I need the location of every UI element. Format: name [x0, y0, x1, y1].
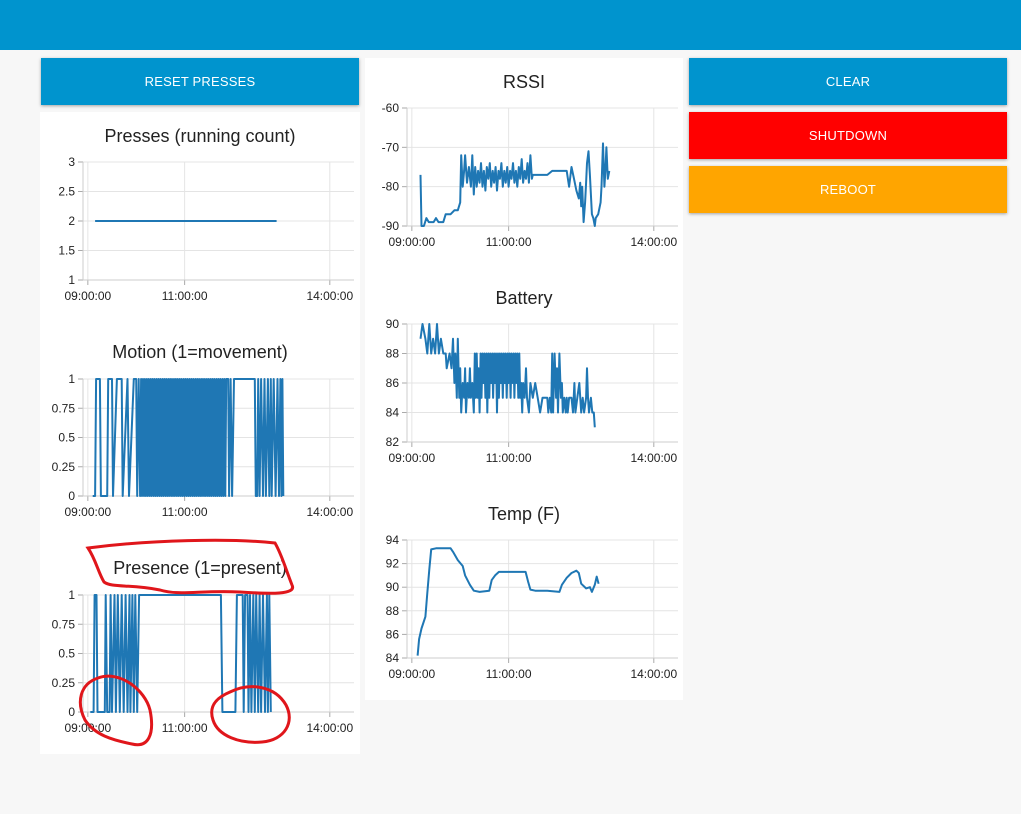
rssi-xtick-label: 09:00:00 — [388, 235, 435, 249]
presence-ytick-label: 0 — [68, 705, 75, 719]
temp-xtick-label: 14:00:00 — [630, 667, 677, 681]
rssi-ytick-label: -90 — [382, 219, 400, 233]
temp-ytick-label: 94 — [386, 533, 400, 547]
rssi-xtick-label: 14:00:00 — [630, 235, 677, 249]
presses-ytick-label: 2.5 — [58, 185, 75, 199]
presses-xtick-label: 09:00:00 — [64, 289, 111, 303]
battery-xtick-label: 09:00:00 — [388, 451, 435, 465]
battery-ytick-label: 86 — [386, 376, 400, 390]
motion-chart-svg: 0 0.25 0.5 0.75 1 09:00:00 11:00:00 14:00:00 — [52, 372, 354, 519]
presses-ytick-label: 1.5 — [58, 244, 75, 258]
presses-ytick-label: 2 — [68, 214, 75, 228]
battery-chart-svg: 82 84 86 88 90 09:00:00 11:00:00 14:00:00 — [386, 317, 678, 465]
shutdown-button[interactable]: SHUTDOWN — [689, 112, 1007, 159]
presence-xtick-label: 09:00:00 — [64, 721, 111, 735]
clear-button[interactable]: CLEAR — [689, 58, 1007, 105]
rssi-chart-svg: -90 -80 -70 -60 09:00:00 11:00:00 14:00:00 — [382, 101, 678, 249]
reboot-button[interactable]: REBOOT — [689, 166, 1007, 213]
motion-ytick-label: 0.75 — [52, 401, 76, 415]
header-bar — [0, 0, 1021, 50]
battery-ytick-label: 84 — [386, 406, 400, 420]
motion-ytick-label: 0.5 — [58, 431, 75, 445]
rssi-ytick-label: -60 — [382, 101, 400, 115]
temp-ytick-label: 84 — [386, 651, 400, 665]
presence-chart: Presence (1=present) 0 0.25 0.5 0.75 1 09:00:… — [40, 546, 360, 754]
temp-series-line — [416, 547, 600, 656]
temp-chart: Temp (F) 84 86 88 90 92 94 09:00:00 11:00:00 14:… — [365, 492, 683, 700]
temp-xtick-label: 11:00:00 — [486, 667, 532, 681]
reset-presses-button[interactable]: RESET PRESSES — [41, 58, 359, 105]
rssi-ytick-label: -70 — [382, 140, 400, 154]
presses-chart-svg: 1 1.5 2 2.5 3 09:00:00 11:00:00 14:00:00 — [58, 155, 354, 303]
motion-chart: Motion (1=movement) 0 0.25 0.5 0.75 1 09:00:0… — [40, 330, 360, 540]
presence-xtick-label: 11:00:00 — [162, 721, 208, 735]
temp-xtick-label: 09:00:00 — [388, 667, 435, 681]
motion-series-line — [92, 378, 285, 497]
battery-series-line — [419, 323, 596, 428]
middle-charts-panel: RSSI -90 -80 -70 -60 09:00:00 11:00:00 14:00:0… — [365, 58, 683, 700]
motion-ytick-label: 0 — [68, 489, 75, 503]
presses-ytick-label: 1 — [68, 273, 75, 287]
temp-chart-svg: 84 86 88 90 92 94 09:00:00 11:00:00 14:00:00 — [386, 533, 678, 681]
motion-ytick-label: 0.25 — [52, 460, 76, 474]
presses-ytick-label: 3 — [68, 155, 75, 169]
temp-ytick-label: 90 — [386, 580, 400, 594]
battery-ytick-label: 88 — [386, 347, 400, 361]
presence-ytick-label: 0.5 — [58, 647, 75, 661]
presence-ytick-label: 0.75 — [52, 617, 76, 631]
presses-xtick-label: 11:00:00 — [162, 289, 208, 303]
temp-ytick-label: 92 — [386, 557, 400, 571]
battery-ytick-label: 82 — [386, 435, 400, 449]
rssi-series-line — [419, 142, 611, 227]
temp-ytick-label: 86 — [386, 627, 400, 641]
left-charts-panel: Presses (running count) 1 1.5 2 2.5 3 09:00:0… — [40, 112, 360, 754]
battery-xtick-label: 14:00:00 — [630, 451, 677, 465]
rssi-chart: RSSI -90 -80 -70 -60 09:00:00 11:00:00 14:00:0… — [365, 58, 683, 268]
rssi-ytick-label: -80 — [382, 180, 400, 194]
presence-chart-svg: 0 0.25 0.5 0.75 1 09:00:00 11:00:00 14:00:00 — [52, 588, 354, 735]
motion-xtick-label: 11:00:00 — [162, 505, 208, 519]
presses-chart: Presses (running count) 1 1.5 2 2.5 3 09:00:0… — [40, 112, 360, 322]
rssi-xtick-label: 11:00:00 — [486, 235, 532, 249]
battery-ytick-label: 90 — [386, 317, 400, 331]
battery-xtick-label: 11:00:00 — [486, 451, 532, 465]
presence-ytick-label: 1 — [68, 588, 75, 602]
battery-chart: Battery 82 84 86 88 90 09:00:00 11:00:00 14:00:… — [365, 276, 683, 486]
motion-xtick-label: 09:00:00 — [64, 505, 111, 519]
temp-ytick-label: 88 — [386, 604, 400, 618]
motion-xtick-label: 14:00:00 — [306, 505, 353, 519]
presence-xtick-label: 14:00:00 — [306, 721, 353, 735]
presence-ytick-label: 0.25 — [52, 676, 76, 690]
presses-xtick-label: 14:00:00 — [306, 289, 353, 303]
motion-ytick-label: 1 — [68, 372, 75, 386]
